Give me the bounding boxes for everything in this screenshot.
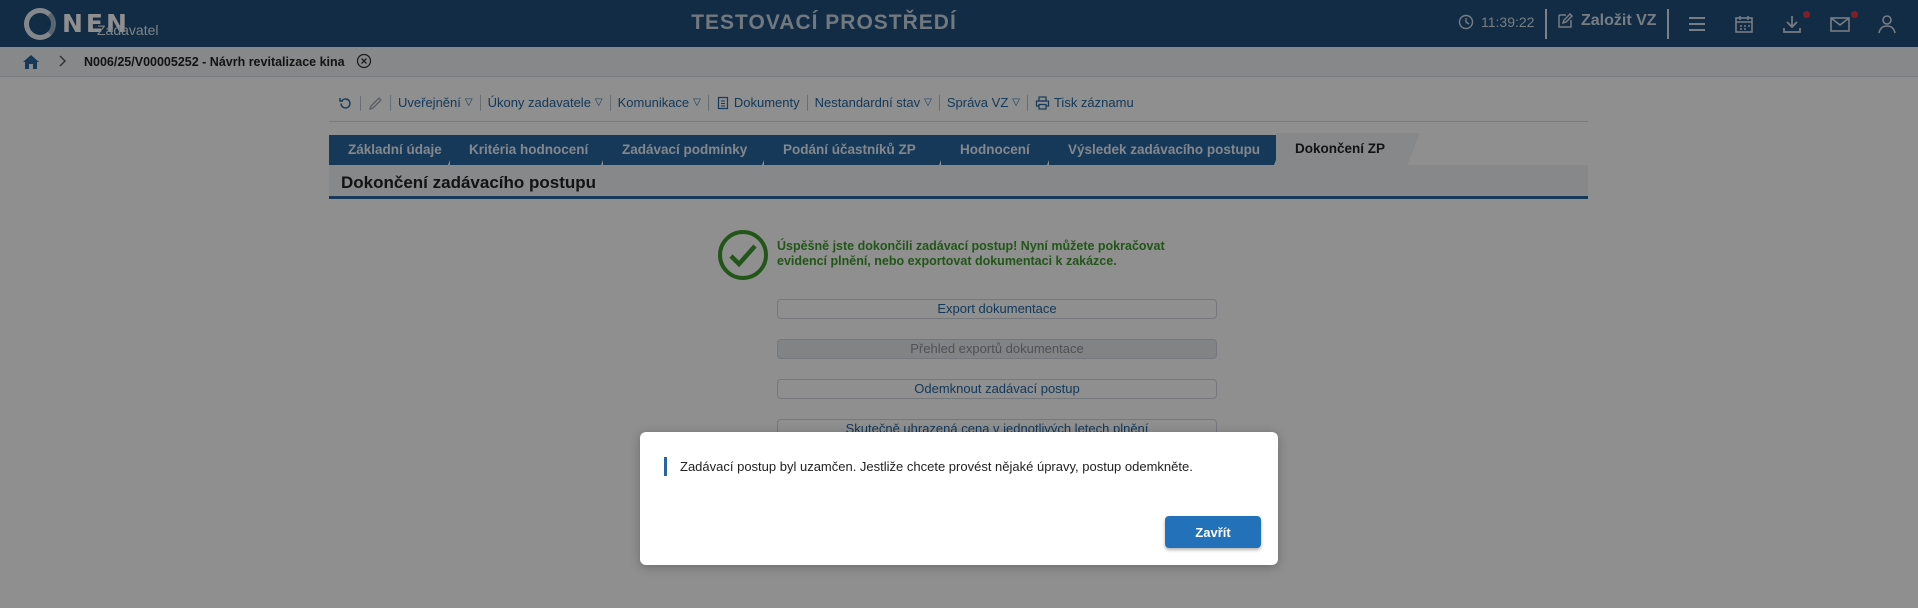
close-dialog-button[interactable]: Zavřít — [1165, 516, 1261, 548]
lock-info-dialog: Zadávací postup byl uzamčen. Jestliže ch… — [640, 432, 1278, 565]
dialog-message: Zadávací postup byl uzamčen. Jestliže ch… — [664, 457, 1193, 476]
